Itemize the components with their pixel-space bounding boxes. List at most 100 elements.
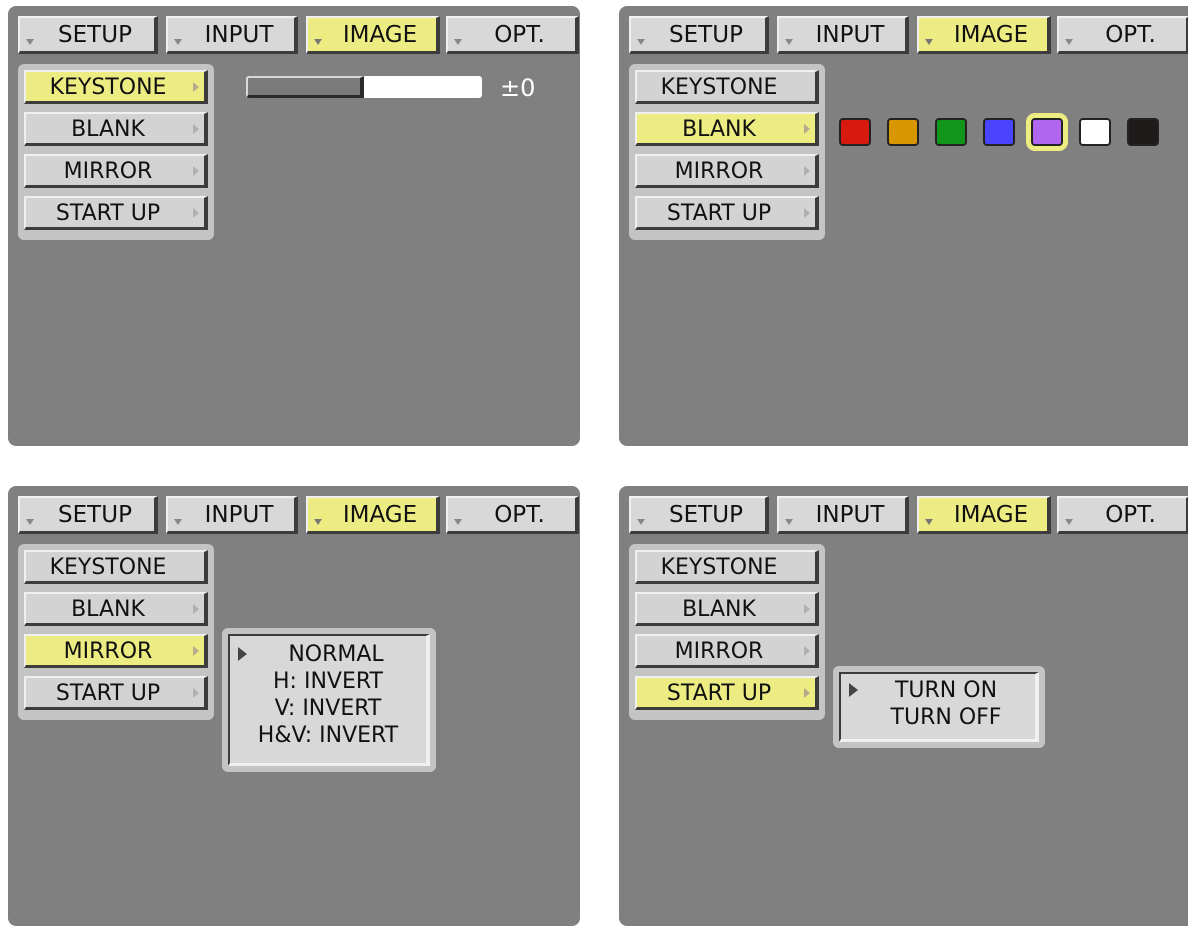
tab-label: IMAGE [953,501,1029,528]
mirror-option-h-invert[interactable]: H: INVERT [230,669,426,694]
tab-arrow-icon [785,519,793,525]
tab-arrow-icon [925,39,933,45]
menu-item-blank[interactable]: BLANK [24,592,208,626]
menu-item-label: KEYSTONE [660,75,778,100]
menu-item-label: MIRROR [63,159,153,184]
color-swatch[interactable] [935,118,967,146]
tab-input[interactable]: INPUT [166,496,298,534]
tab-arrow-icon [637,519,645,525]
mirror-submenu: NORMAL H: INVERT V: INVERT H&V: INVERT [222,628,436,772]
menu-item-label: START UP [55,681,161,706]
tab-image[interactable]: IMAGE [917,16,1051,54]
mirror-option-hv-invert[interactable]: H&V: INVERT [230,723,426,748]
color-swatch[interactable] [1079,118,1111,146]
tab-arrow-icon [26,39,34,45]
tab-opt[interactable]: OPT. [1057,16,1188,54]
tab-image[interactable]: IMAGE [306,16,440,54]
start-up-options-list: TURN ON TURN OFF [839,672,1039,742]
tab-arrow-icon [314,39,322,45]
menu-item-label: MIRROR [63,639,153,664]
blank-color-swatches [839,110,1179,152]
caret-right-icon [804,124,810,134]
caret-right-icon [193,166,199,176]
tab-arrow-icon [174,39,182,45]
color-swatch[interactable] [983,118,1015,146]
tab-opt[interactable]: OPT. [446,496,579,534]
tab-label: SETUP [669,21,743,48]
tab-setup[interactable]: SETUP [18,496,158,534]
tab-label: INPUT [204,501,274,528]
menu-item-label: KEYSTONE [49,75,167,100]
tab-arrow-icon [26,519,34,525]
caret-right-icon [804,646,810,656]
tab-opt[interactable]: OPT. [446,16,579,54]
caret-right-icon [193,646,199,656]
start-up-option-turn-on[interactable]: TURN ON [857,678,1035,703]
tab-setup[interactable]: SETUP [629,16,769,54]
tab-arrow-icon [637,39,645,45]
tab-arrow-icon [1065,39,1073,45]
tab-arrow-icon [454,519,462,525]
mirror-option-v-invert[interactable]: V: INVERT [230,696,426,721]
caret-right-icon [193,124,199,134]
menu-item-label: START UP [666,681,772,706]
tab-setup[interactable]: SETUP [18,16,158,54]
color-swatch[interactable] [1031,118,1063,146]
tab-arrow-icon [314,519,322,525]
menu-item-label: START UP [55,201,161,226]
tab-setup[interactable]: SETUP [629,496,769,534]
menu-item-start-up[interactable]: START UP [24,676,208,710]
tab-image[interactable]: IMAGE [917,496,1051,534]
image-menu: KEYSTONE BLANK MIRROR START UP [18,64,214,240]
menu-item-label: KEYSTONE [660,555,778,580]
mirror-screen: SETUP INPUT IMAGE OPT. KEYSTONE BLANK MI… [8,486,580,926]
tab-input[interactable]: INPUT [166,16,298,54]
color-swatch[interactable] [887,118,919,146]
tab-arrow-icon [785,39,793,45]
tab-input[interactable]: INPUT [777,16,909,54]
tab-label: IMAGE [953,21,1029,48]
image-menu: KEYSTONE BLANK MIRROR START UP [18,544,214,720]
caret-right-icon [804,604,810,614]
tab-label: IMAGE [342,21,418,48]
menu-item-mirror[interactable]: MIRROR [24,634,208,668]
color-swatch[interactable] [839,118,871,146]
tab-opt[interactable]: OPT. [1057,496,1188,534]
menu-item-blank[interactable]: BLANK [635,112,819,146]
tab-label: OPT. [1105,501,1156,528]
menu-item-keystone[interactable]: KEYSTONE [635,550,819,584]
menu-item-label: BLANK [71,117,145,142]
menu-item-blank[interactable]: BLANK [24,112,208,146]
menu-item-label: BLANK [682,117,756,142]
menu-item-start-up[interactable]: START UP [24,196,208,230]
color-swatch[interactable] [1127,118,1159,146]
menu-item-label: START UP [666,201,772,226]
tab-label: SETUP [58,21,132,48]
keystone-value: ±0 [500,74,536,102]
menu-item-keystone[interactable]: KEYSTONE [24,550,208,584]
menu-item-label: BLANK [682,597,756,622]
keystone-slider[interactable] [246,76,482,98]
tab-image[interactable]: IMAGE [306,496,440,534]
tab-bar: SETUP INPUT IMAGE OPT. [629,16,1188,56]
tab-label: OPT. [494,21,545,48]
tab-input[interactable]: INPUT [777,496,909,534]
mirror-option-normal[interactable]: NORMAL [246,642,426,667]
tab-bar: SETUP INPUT IMAGE OPT. [18,496,579,536]
start-up-option-turn-off[interactable]: TURN OFF [857,705,1035,730]
tab-bar: SETUP INPUT IMAGE OPT. [629,496,1188,536]
menu-item-mirror[interactable]: MIRROR [635,634,819,668]
keystone-slider-fill [246,76,364,98]
blank-screen: SETUP INPUT IMAGE OPT. KEYSTONE BLANK MI… [619,6,1188,446]
menu-item-start-up[interactable]: START UP [635,676,819,710]
caret-right-icon [193,208,199,218]
menu-item-start-up[interactable]: START UP [635,196,819,230]
image-menu: KEYSTONE BLANK MIRROR START UP [629,544,825,720]
menu-item-blank[interactable]: BLANK [635,592,819,626]
menu-item-keystone[interactable]: KEYSTONE [635,70,819,104]
menu-item-keystone[interactable]: KEYSTONE [24,70,208,104]
tab-arrow-icon [1065,519,1073,525]
menu-item-mirror[interactable]: MIRROR [24,154,208,188]
tab-arrow-icon [174,519,182,525]
menu-item-mirror[interactable]: MIRROR [635,154,819,188]
